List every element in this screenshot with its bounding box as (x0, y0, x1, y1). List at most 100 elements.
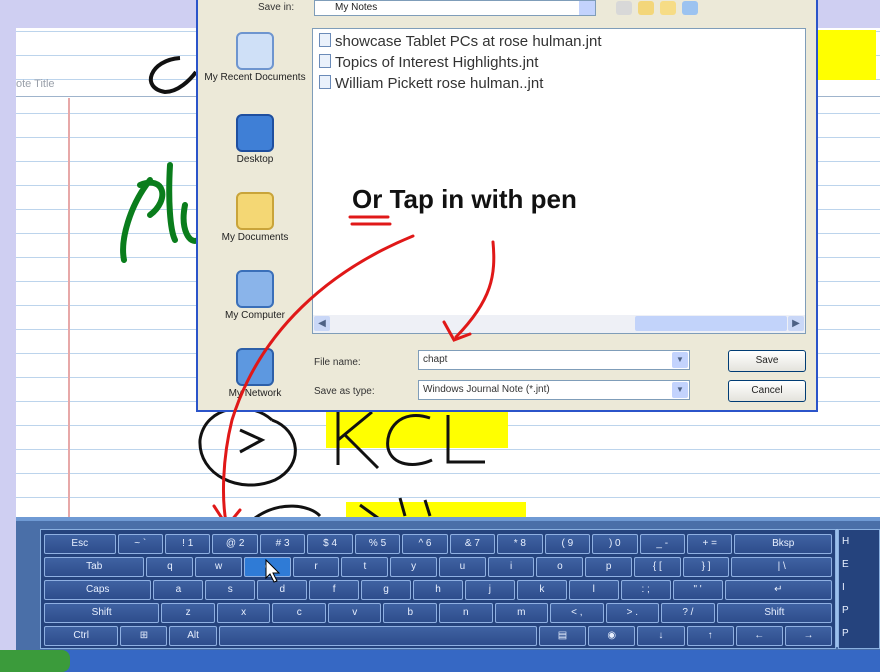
key-caps[interactable]: Caps (44, 580, 152, 600)
key[interactable]: ◉ (588, 626, 636, 646)
key[interactable]: % 5 (354, 534, 401, 554)
place-desktop[interactable]: Desktop (204, 114, 306, 166)
key[interactable]: ) 0 (592, 534, 638, 554)
place-my-computer[interactable]: My Computer (204, 270, 306, 322)
key[interactable]: < , (550, 603, 604, 623)
key[interactable]: p (585, 557, 632, 577)
key[interactable]: q (146, 557, 194, 577)
key[interactable]: d (257, 580, 308, 600)
new-folder-icon[interactable] (660, 1, 676, 15)
key[interactable]: ( 9 (544, 534, 591, 554)
save-in-select[interactable]: My Notes (314, 0, 596, 16)
place-label: Desktop (236, 154, 274, 165)
save-as-type-select[interactable]: Windows Journal Note (*.jnt) ▼ (418, 380, 690, 400)
key[interactable]: & 7 (449, 534, 496, 554)
key[interactable]: i (487, 557, 535, 577)
margin-line (68, 98, 70, 518)
key-backspace[interactable]: Bksp (734, 534, 833, 554)
file-list[interactable]: showcase Tablet PCs at rose hulman.jnt T… (312, 28, 806, 334)
key[interactable]: r (292, 557, 340, 577)
side-key[interactable]: P (842, 628, 880, 648)
arrow-left-icon[interactable]: ← (735, 626, 783, 646)
scroll-left-icon[interactable]: ◀ (314, 316, 330, 331)
annotation-text: Or Tap in with pen (352, 184, 577, 214)
arrow-up-icon[interactable]: ↑ (686, 626, 734, 646)
key[interactable]: v (327, 603, 382, 623)
windows-key-icon[interactable]: ⊞ (120, 626, 168, 646)
key[interactable]: f (309, 580, 360, 600)
up-folder-icon[interactable] (638, 1, 654, 15)
key-space[interactable] (218, 626, 537, 646)
chevron-down-icon[interactable]: ▼ (672, 352, 688, 368)
key[interactable]: y (390, 557, 437, 577)
side-key[interactable]: E (842, 559, 880, 579)
key[interactable]: m (494, 603, 549, 623)
key[interactable]: ? / (661, 603, 715, 623)
scroll-thumb[interactable] (635, 316, 787, 331)
menu-key-icon[interactable]: ▤ (538, 626, 587, 646)
key[interactable]: l (568, 580, 619, 600)
key-shift-left[interactable]: Shift (44, 603, 160, 623)
key[interactable]: x (216, 603, 271, 623)
key[interactable]: ! 1 (164, 534, 211, 554)
key[interactable]: w (195, 557, 242, 577)
key[interactable]: z (161, 603, 215, 623)
key[interactable]: j (464, 580, 515, 600)
key-ctrl[interactable]: Ctrl (44, 626, 119, 646)
key[interactable]: k (516, 580, 567, 600)
back-icon[interactable] (616, 1, 632, 15)
start-button[interactable] (0, 650, 70, 672)
key[interactable]: s (205, 580, 256, 600)
key[interactable]: a (153, 580, 204, 600)
key[interactable]: $ 4 (307, 534, 353, 554)
place-my-documents[interactable]: My Documents (204, 192, 306, 244)
place-my-network[interactable]: My Network (204, 348, 306, 400)
key[interactable]: _ - (639, 534, 685, 554)
arrow-down-icon[interactable]: ↓ (637, 626, 685, 646)
my-documents-icon (236, 192, 274, 230)
side-key[interactable]: H (842, 536, 880, 556)
key[interactable]: | \ (731, 557, 832, 577)
chevron-down-icon[interactable] (579, 1, 595, 15)
key[interactable]: @ 2 (212, 534, 258, 554)
key-enter[interactable]: ↵ (724, 580, 832, 600)
views-menu-icon[interactable] (682, 1, 698, 15)
key[interactable]: h (413, 580, 463, 600)
file-name-field[interactable]: chapt ▼ (418, 350, 690, 370)
horizontal-scrollbar[interactable]: ◀ ▶ (313, 315, 805, 333)
key[interactable]: > . (605, 603, 660, 623)
side-key[interactable]: P (842, 605, 880, 625)
key-shift-right[interactable]: Shift (716, 603, 833, 623)
key[interactable]: # 3 (259, 534, 306, 554)
place-my-recent-documents[interactable]: My Recent Documents (204, 32, 306, 84)
chevron-down-icon[interactable]: ▼ (672, 382, 688, 398)
key-alt[interactable]: Alt (169, 626, 217, 646)
key[interactable]: + = (686, 534, 733, 554)
arrow-right-icon[interactable]: → (784, 626, 833, 646)
save-button[interactable]: Save (728, 350, 806, 372)
key-pressed[interactable]: e (243, 557, 291, 577)
key-esc[interactable]: Esc (44, 534, 116, 554)
key[interactable]: { [ (633, 557, 681, 577)
key[interactable]: n (439, 603, 493, 623)
key[interactable]: " ' (672, 580, 723, 600)
cancel-button[interactable]: Cancel (728, 380, 806, 402)
scroll-right-icon[interactable]: ▶ (788, 316, 804, 331)
key[interactable]: u (438, 557, 486, 577)
file-item[interactable]: Topics of Interest Highlights.jnt (319, 54, 538, 71)
key[interactable]: ^ 6 (402, 534, 448, 554)
place-label: My Network (228, 388, 282, 399)
key-tab[interactable]: Tab (44, 557, 145, 577)
side-key[interactable]: I (842, 582, 880, 602)
key[interactable]: g (361, 580, 412, 600)
key[interactable]: * 8 (497, 534, 543, 554)
key[interactable]: o (536, 557, 584, 577)
file-item[interactable]: showcase Tablet PCs at rose hulman.jnt (319, 33, 602, 50)
key[interactable]: : ; (620, 580, 671, 600)
key[interactable]: c (272, 603, 326, 623)
key[interactable]: } ] (682, 557, 730, 577)
file-item[interactable]: William Pickett rose hulman..jnt (319, 75, 543, 92)
key[interactable]: b (383, 603, 438, 623)
key[interactable]: ~ ` (117, 534, 163, 554)
key[interactable]: t (341, 557, 389, 577)
